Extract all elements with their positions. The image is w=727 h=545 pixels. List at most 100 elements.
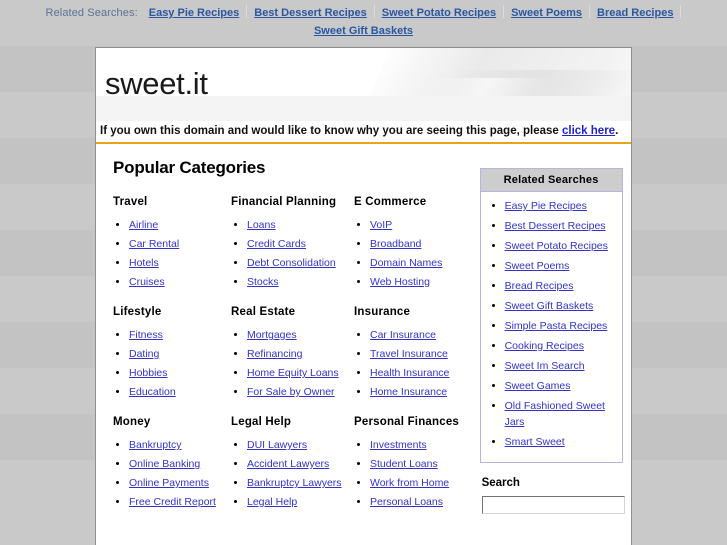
top-related-search-link-5[interactable]: Sweet Gift Baskets bbox=[307, 25, 420, 37]
category-link[interactable]: Home Insurance bbox=[370, 386, 447, 398]
category-title: Legal Help bbox=[231, 416, 292, 428]
list-item: Credit Cards bbox=[247, 235, 354, 254]
category-link[interactable]: Bankruptcy bbox=[129, 439, 182, 451]
related-searches-heading: Related Searches bbox=[480, 169, 622, 192]
notice-text-before: If you own this domain and would like to… bbox=[100, 125, 562, 137]
category-link[interactable]: Health Insurance bbox=[370, 367, 449, 379]
category-link[interactable]: Airline bbox=[129, 219, 158, 231]
list-item: Dating bbox=[129, 345, 231, 364]
category-link[interactable]: VoIP bbox=[370, 219, 392, 231]
category-title: Travel bbox=[113, 196, 148, 208]
category-link[interactable]: Accident Lawyers bbox=[247, 458, 329, 470]
category-title: E Commerce bbox=[354, 196, 427, 208]
sidebar-related-search-link-6[interactable]: Simple Pasta Recipes bbox=[505, 320, 608, 332]
sidebar-related-search-link-4[interactable]: Bread Recipes bbox=[505, 280, 574, 292]
category-link[interactable]: Student Loans bbox=[370, 458, 438, 470]
content-area: Popular Categories Travel Airline Car Re… bbox=[96, 144, 631, 526]
top-related-search-link-3[interactable]: Sweet Poems bbox=[504, 7, 589, 19]
sidebar-related-search-link-7[interactable]: Cooking Recipes bbox=[505, 340, 584, 352]
category-link[interactable]: Broadband bbox=[370, 238, 421, 250]
list-item: Fitness bbox=[129, 326, 231, 345]
category-link[interactable]: Free Credit Report bbox=[129, 496, 216, 508]
category-link[interactable]: Bankruptcy Lawyers bbox=[247, 477, 342, 489]
sidebar-related-search-link-11[interactable]: Smart Sweet bbox=[505, 436, 565, 448]
related-searches-panel: Related Searches Easy Pie Recipes Best D… bbox=[479, 168, 623, 463]
category-link[interactable]: Mortgages bbox=[247, 329, 297, 341]
sidebar-related-search-link-1[interactable]: Best Dessert Recipes bbox=[505, 220, 606, 232]
separator bbox=[680, 5, 682, 18]
top-related-search-link-1[interactable]: Best Dessert Recipes bbox=[247, 7, 374, 19]
category-link-list: Mortgages Refinancing Home Equity Loans … bbox=[231, 326, 354, 402]
sidebar-related-search-link-0[interactable]: Easy Pie Recipes bbox=[505, 200, 587, 212]
list-item: Online Banking bbox=[129, 455, 231, 474]
category-link[interactable]: Domain Names bbox=[370, 257, 442, 269]
page-title: sweet.it bbox=[105, 66, 208, 101]
related-searches-list: Easy Pie Recipes Best Dessert Recipes Sw… bbox=[481, 192, 622, 462]
sidebar-related-search-link-8[interactable]: Sweet Im Search bbox=[505, 360, 585, 372]
category-link[interactable]: Fitness bbox=[129, 329, 163, 341]
category-link[interactable]: Web Hosting bbox=[370, 276, 430, 288]
category-link-list: DUI Lawyers Accident Lawyers Bankruptcy … bbox=[231, 436, 354, 512]
category-row: Money Bankruptcy Online Banking Online P… bbox=[113, 416, 480, 512]
category-link[interactable]: Hobbies bbox=[129, 367, 168, 379]
search-input[interactable] bbox=[481, 496, 625, 514]
category-link[interactable]: Loans bbox=[247, 219, 276, 231]
list-item: Free Credit Report bbox=[129, 493, 231, 512]
list-item: Student Loans bbox=[370, 455, 472, 474]
category-link[interactable]: Personal Loans bbox=[370, 496, 443, 508]
list-item: Investments bbox=[370, 436, 472, 455]
list-item: Refinancing bbox=[247, 345, 354, 364]
top-related-search-link-0[interactable]: Easy Pie Recipes bbox=[142, 7, 247, 19]
list-item: Sweet Poems bbox=[505, 258, 616, 274]
category-link-list: Airline Car Rental Hotels Cruises bbox=[113, 216, 231, 292]
list-item: Personal Loans bbox=[370, 493, 472, 512]
sidebar-related-search-link-10[interactable]: Old Fashioned Sweet Jars bbox=[505, 400, 605, 428]
list-item: Bankruptcy Lawyers bbox=[247, 474, 354, 493]
list-item: Domain Names bbox=[370, 254, 472, 273]
category-link[interactable]: Education bbox=[129, 386, 176, 398]
sidebar-related-search-link-9[interactable]: Sweet Games bbox=[505, 380, 571, 392]
category-link[interactable]: Car Insurance bbox=[370, 329, 436, 341]
category-link[interactable]: Work from Home bbox=[370, 477, 449, 489]
category-link[interactable]: Legal Help bbox=[247, 496, 297, 508]
category-link-list: Fitness Dating Hobbies Education bbox=[113, 326, 231, 402]
popular-categories-heading: Popular Categories bbox=[113, 158, 266, 177]
list-item: Airline bbox=[129, 216, 231, 235]
category-link[interactable]: Online Banking bbox=[129, 458, 200, 470]
category-link[interactable]: Debt Consolidation bbox=[247, 257, 336, 269]
category-link[interactable]: Dating bbox=[129, 348, 159, 360]
category-title: Insurance bbox=[354, 306, 411, 318]
category-group-money: Money Bankruptcy Online Banking Online P… bbox=[113, 416, 231, 512]
sidebar-related-search-link-5[interactable]: Sweet Gift Baskets bbox=[505, 300, 594, 312]
list-item: Stocks bbox=[247, 273, 354, 292]
list-item: DUI Lawyers bbox=[247, 436, 354, 455]
popular-categories-section: Popular Categories Travel Airline Car Re… bbox=[96, 144, 480, 526]
list-item: Legal Help bbox=[247, 493, 354, 512]
click-here-link[interactable]: click here bbox=[562, 125, 615, 137]
sidebar-related-search-link-2[interactable]: Sweet Potato Recipes bbox=[505, 240, 608, 252]
list-item: Cooking Recipes bbox=[505, 338, 616, 354]
sidebar-related-search-link-3[interactable]: Sweet Poems bbox=[505, 260, 570, 272]
list-item: Easy Pie Recipes bbox=[505, 198, 616, 214]
category-link[interactable]: For Sale by Owner bbox=[247, 386, 335, 398]
category-link[interactable]: Car Rental bbox=[129, 238, 179, 250]
category-group-legal-help: Legal Help DUI Lawyers Accident Lawyers … bbox=[231, 416, 354, 512]
top-related-search-link-2[interactable]: Sweet Potato Recipes bbox=[375, 7, 503, 19]
top-related-searches-bar: Related Searches: Easy Pie Recipes Best De… bbox=[0, 0, 727, 42]
category-link[interactable]: Hotels bbox=[129, 257, 159, 269]
category-link[interactable]: Investments bbox=[370, 439, 427, 451]
category-link[interactable]: Stocks bbox=[247, 276, 279, 288]
category-title: Personal Finances bbox=[354, 416, 460, 428]
category-link-list: Car Insurance Travel Insurance Health In… bbox=[354, 326, 472, 402]
list-item: Online Payments bbox=[129, 474, 231, 493]
list-item: Hobbies bbox=[129, 364, 231, 383]
top-related-search-link-4[interactable]: Bread Recipes bbox=[590, 7, 680, 19]
category-link[interactable]: Credit Cards bbox=[247, 238, 306, 250]
category-link[interactable]: Refinancing bbox=[247, 348, 302, 360]
category-link[interactable]: Cruises bbox=[129, 276, 165, 288]
category-link[interactable]: Travel Insurance bbox=[370, 348, 448, 360]
list-item: Accident Lawyers bbox=[247, 455, 354, 474]
category-link[interactable]: Online Payments bbox=[129, 477, 209, 489]
category-link[interactable]: Home Equity Loans bbox=[247, 367, 339, 379]
category-link[interactable]: DUI Lawyers bbox=[247, 439, 307, 451]
